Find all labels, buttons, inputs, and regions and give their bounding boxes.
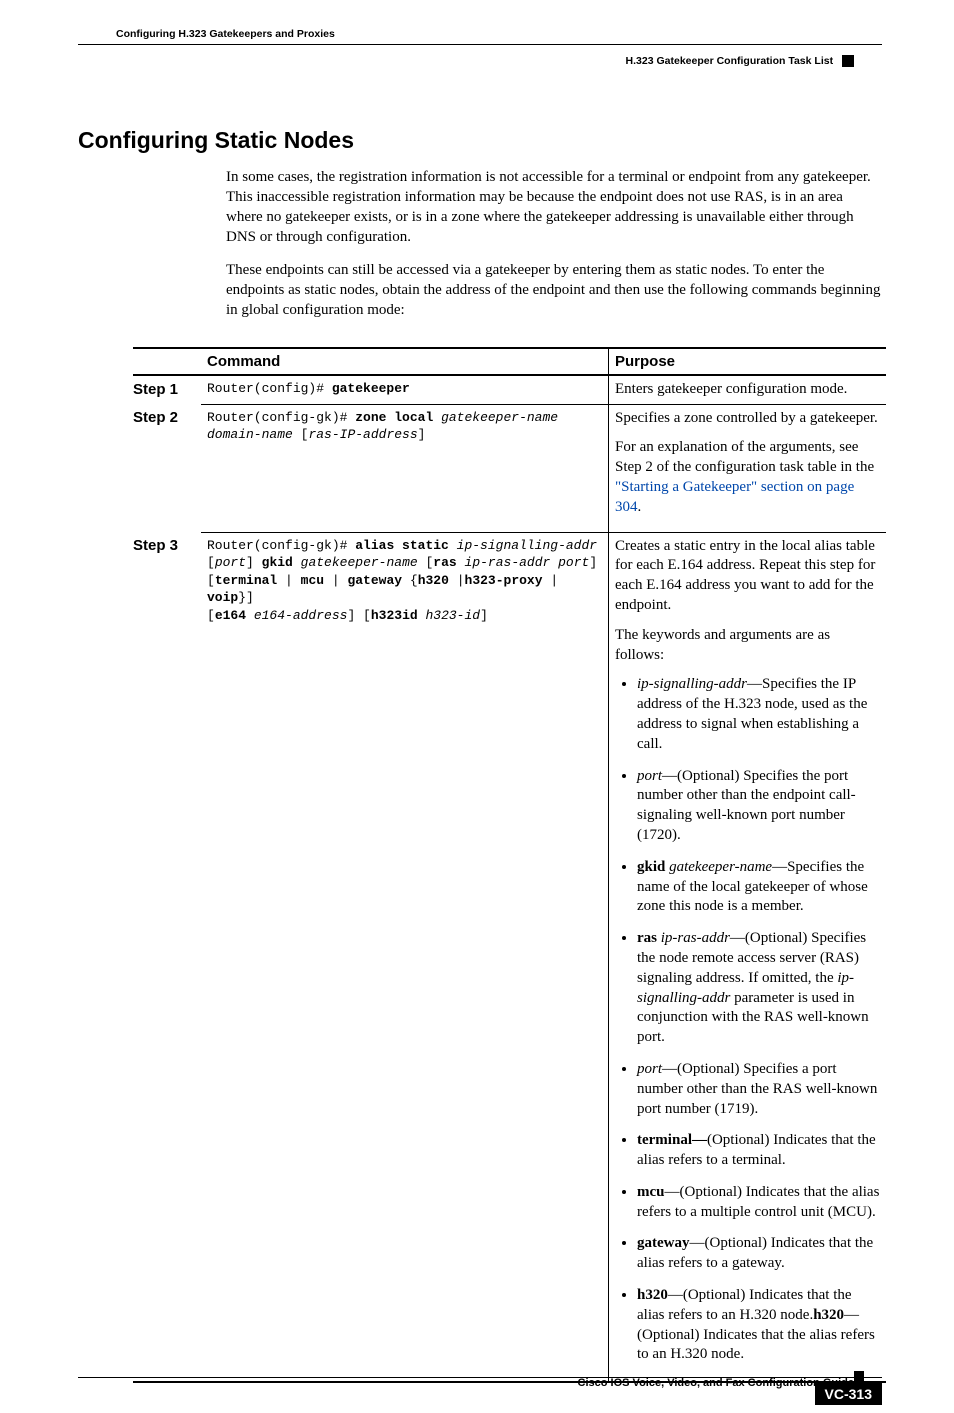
keyword-list: ip-signalling-addr—Specifies the IP addr… [615,675,880,1365]
command-table: Command Purpose Step 1 Router(config)# g… [133,347,886,1383]
header-rule [78,44,882,45]
paragraph-2: These endpoints can still be accessed vi… [226,261,882,320]
page-footer: Cisco IOS Voice, Video, and Fax Configur… [78,1377,882,1389]
paragraph-1: In some cases, the registration informat… [226,168,882,247]
purpose-cell: Creates a static entry in the local alia… [609,532,887,1382]
table-row: Step 1 Router(config)# gatekeeper Enters… [133,375,886,404]
table-header-purpose: Purpose [609,348,887,375]
list-item: gateway—(Optional) Indicates that the al… [637,1234,880,1274]
header-black-square-icon [842,55,854,67]
purpose-cell: Specifies a zone controlled by a gatekee… [609,404,887,532]
list-item: terminal—(Optional) Indicates that the a… [637,1131,880,1171]
step-label: Step 3 [133,532,201,1382]
footer-guide-title: Cisco IOS Voice, Video, and Fax Configur… [78,1377,882,1389]
list-item: port—(Optional) Specifies a port number … [637,1060,880,1119]
section-heading: Configuring Static Nodes [78,127,882,154]
body-text: In some cases, the registration informat… [226,168,882,321]
table-header-row: Command Purpose [133,348,886,375]
command-cell: Router(config-gk)# alias static ip-signa… [201,532,609,1382]
page-number: VC-313 [815,1383,882,1405]
command-cell: Router(config-gk)# zone local gatekeeper… [201,404,609,532]
list-item: mcu—(Optional) Indicates that the alias … [637,1183,880,1223]
running-header-right: H.323 Gatekeeper Configuration Task List [78,55,882,67]
step-label: Step 1 [133,375,201,404]
list-item: ip-signalling-addr—Specifies the IP addr… [637,675,880,754]
table-header-command: Command [201,348,609,375]
footer-black-square-icon [854,1371,864,1381]
table-row: Step 2 Router(config-gk)# zone local gat… [133,404,886,532]
cross-ref-link[interactable]: "Starting a Gatekeeper" section on page … [615,479,854,515]
running-header-left: Configuring H.323 Gatekeepers and Proxie… [116,28,882,44]
command-cell: Router(config)# gatekeeper [201,375,609,404]
table-row: Step 3 Router(config-gk)# alias static i… [133,532,886,1382]
purpose-cell: Enters gatekeeper configuration mode. [609,375,887,404]
list-item: port—(Optional) Specifies the port numbe… [637,767,880,846]
list-item: gkid gatekeeper-name—Specifies the name … [637,858,880,917]
running-header-right-text: H.323 Gatekeeper Configuration Task List [626,55,834,67]
list-item: ras ip-ras-addr—(Optional) Specifies the… [637,929,880,1048]
list-item: h320—(Optional) Indicates that the alias… [637,1286,880,1365]
step-label: Step 2 [133,404,201,532]
